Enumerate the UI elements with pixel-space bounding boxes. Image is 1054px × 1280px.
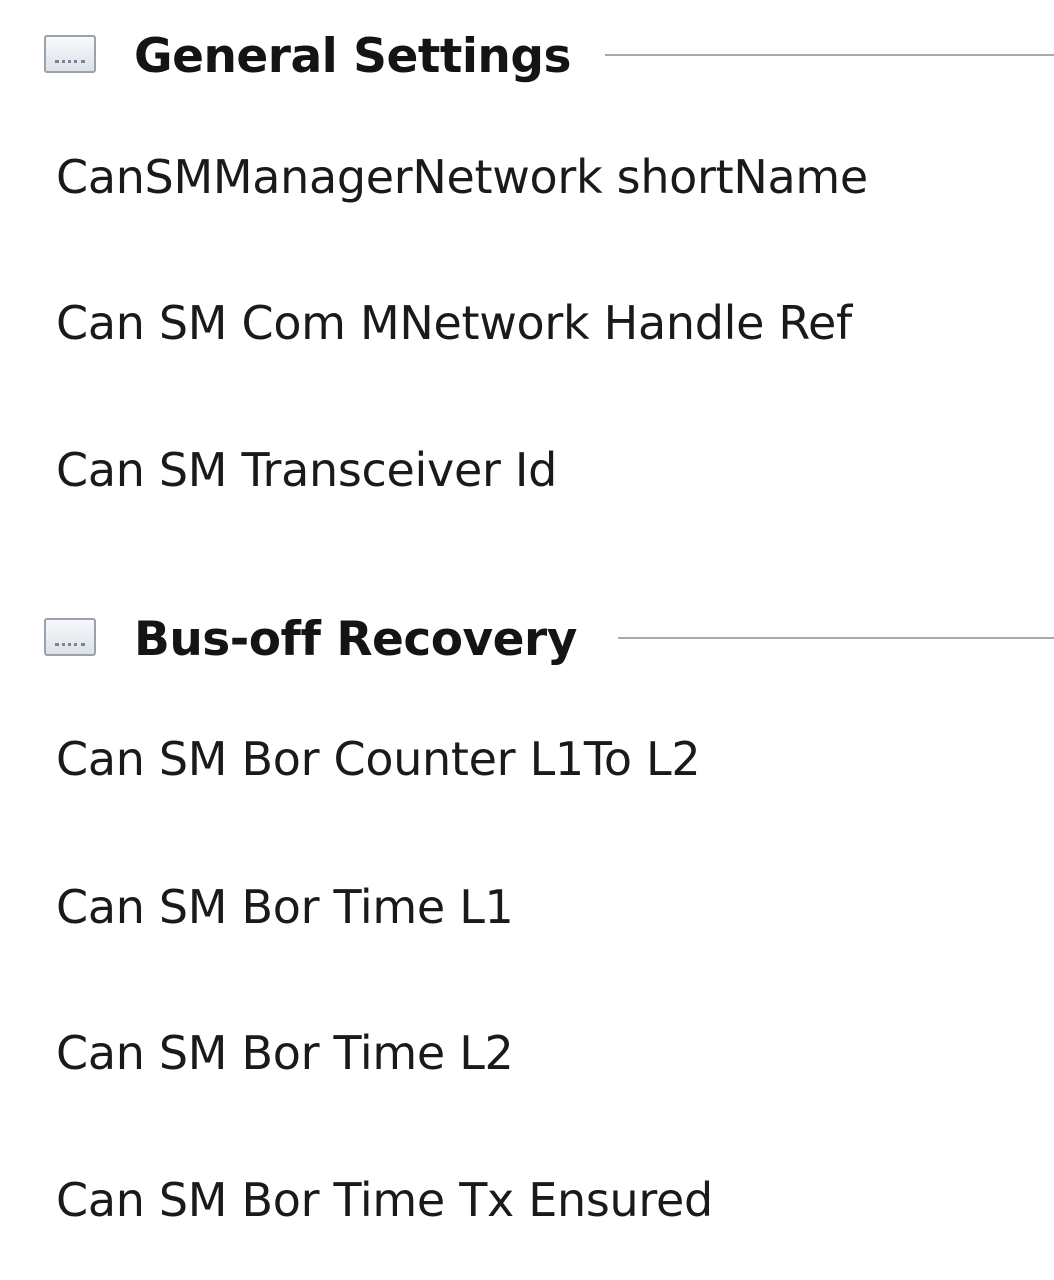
collapse-icon[interactable] (44, 35, 96, 73)
section-title: Bus-off Recovery (134, 612, 577, 667)
field-label-bor-counter-l1-to-l2: Can SM Bor Counter L1To L2 (56, 732, 701, 786)
collapse-dash (55, 643, 85, 646)
section-header-general-settings: General Settings (0, 20, 1054, 90)
field-label-network-shortname: CanSMManagerNetwork shortName (56, 150, 868, 204)
section-divider (618, 637, 1054, 639)
field-label-bor-time-l2: Can SM Bor Time L2 (56, 1026, 514, 1080)
collapse-icon[interactable] (44, 618, 96, 656)
field-label-bor-time-tx-ensured: Can SM Bor Time Tx Ensured (56, 1173, 713, 1227)
field-label-transceiver-id: Can SM Transceiver Id (56, 443, 558, 497)
section-header-bus-off-recovery: Bus-off Recovery (0, 603, 1054, 673)
section-divider (605, 54, 1054, 56)
section-title: General Settings (134, 29, 572, 84)
field-label-bor-time-l1: Can SM Bor Time L1 (56, 880, 514, 934)
collapse-dash (55, 60, 85, 63)
field-label-com-mnetwork-handle-ref: Can SM Com MNetwork Handle Ref (56, 296, 852, 350)
